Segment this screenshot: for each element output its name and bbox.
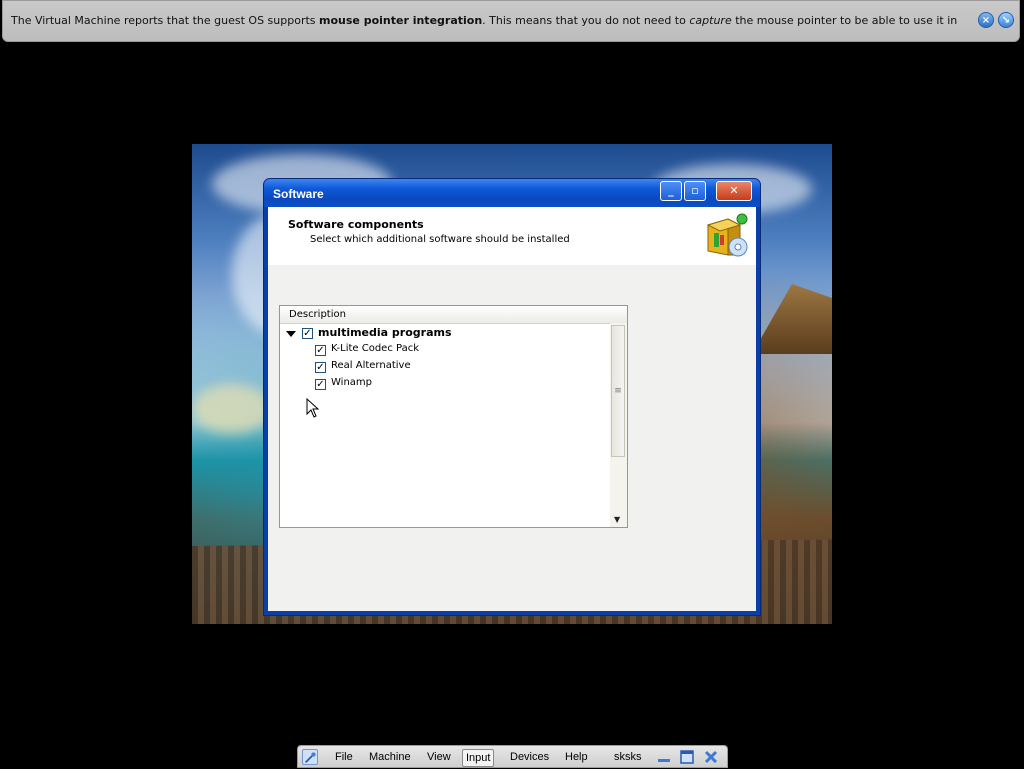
maximize-icon[interactable]: ▫	[684, 181, 706, 201]
page-title: Software components	[288, 218, 424, 231]
scroll-down-icon[interactable]: ▼	[614, 515, 620, 524]
components-tree[interactable]: Description ✓ multimedia programs ✓ K-Li…	[279, 305, 628, 528]
scrollbar-thumb[interactable]: ≡	[611, 325, 625, 457]
menu-input[interactable]: Input	[462, 749, 495, 767]
menu-help[interactable]: Help	[565, 749, 588, 765]
close-icon[interactable]	[703, 749, 719, 765]
checkbox-k-lite-codec-pack[interactable]: ✓	[315, 345, 326, 356]
dismiss-message-icon[interactable]: ↘	[998, 12, 1014, 28]
window-client-area: Software components Select which additio…	[268, 207, 756, 611]
software-window: Software _ ▫ ✕ Software components Selec…	[263, 178, 761, 616]
wizard-header: Software components Select which additio…	[268, 207, 756, 265]
notification-bold-text: mouse pointer integration	[319, 14, 483, 27]
page-subtitle: Select which additional software should …	[310, 234, 570, 245]
vm-name-label: sksks	[614, 751, 642, 763]
notification-message: The Virtual Machine reports that the gue…	[11, 14, 959, 27]
notification-italic-text: capture	[689, 14, 732, 27]
minimize-icon[interactable]: _	[660, 181, 682, 201]
menu-devices[interactable]: Devices	[510, 749, 549, 765]
title-bar[interactable]: Software _ ▫ ✕	[264, 179, 760, 207]
restore-icon[interactable]	[679, 749, 695, 765]
software-package-icon	[706, 213, 748, 257]
menu-view[interactable]: View	[427, 749, 451, 765]
cloud	[192, 384, 272, 434]
column-header[interactable]: Description	[280, 306, 627, 324]
tree-item-real-alternative[interactable]: Real Alternative	[331, 360, 411, 376]
menu-machine[interactable]: Machine	[369, 749, 411, 765]
menu-file[interactable]: File	[335, 749, 353, 765]
pin-icon[interactable]	[302, 749, 318, 765]
tree-item-multimedia-programs[interactable]: multimedia programs	[318, 326, 452, 342]
expand-arrow-icon[interactable]	[286, 331, 296, 337]
notification-text: . This means that you do not need to	[482, 14, 690, 27]
column-header-label: Description	[289, 309, 346, 320]
vbox-menu-bar: File Machine View Input Devices Help sks…	[297, 745, 728, 768]
checkbox-real-alternative[interactable]: ✓	[315, 362, 326, 373]
mouse-cursor-icon	[306, 398, 320, 418]
vertical-scrollbar[interactable]: ≡ ▼	[610, 323, 627, 527]
checkbox-multimedia-programs[interactable]: ✓	[302, 328, 313, 339]
tree-item-k-lite-codec-pack[interactable]: K-Lite Codec Pack	[331, 343, 419, 359]
close-icon[interactable]: ✕	[716, 181, 752, 201]
notification-bar: The Virtual Machine reports that the gue…	[2, 0, 1020, 42]
minimize-icon[interactable]	[656, 749, 672, 765]
notification-text: The Virtual Machine reports that the gue…	[11, 14, 320, 27]
checkbox-winamp[interactable]: ✓	[315, 379, 326, 390]
notification-text: the mouse pointer to be able to use it i…	[735, 14, 959, 27]
close-icon[interactable]: ×	[978, 12, 994, 28]
tree-item-winamp[interactable]: Winamp	[331, 377, 372, 393]
window-title: Software	[273, 187, 324, 201]
beach-hut	[752, 284, 832, 354]
